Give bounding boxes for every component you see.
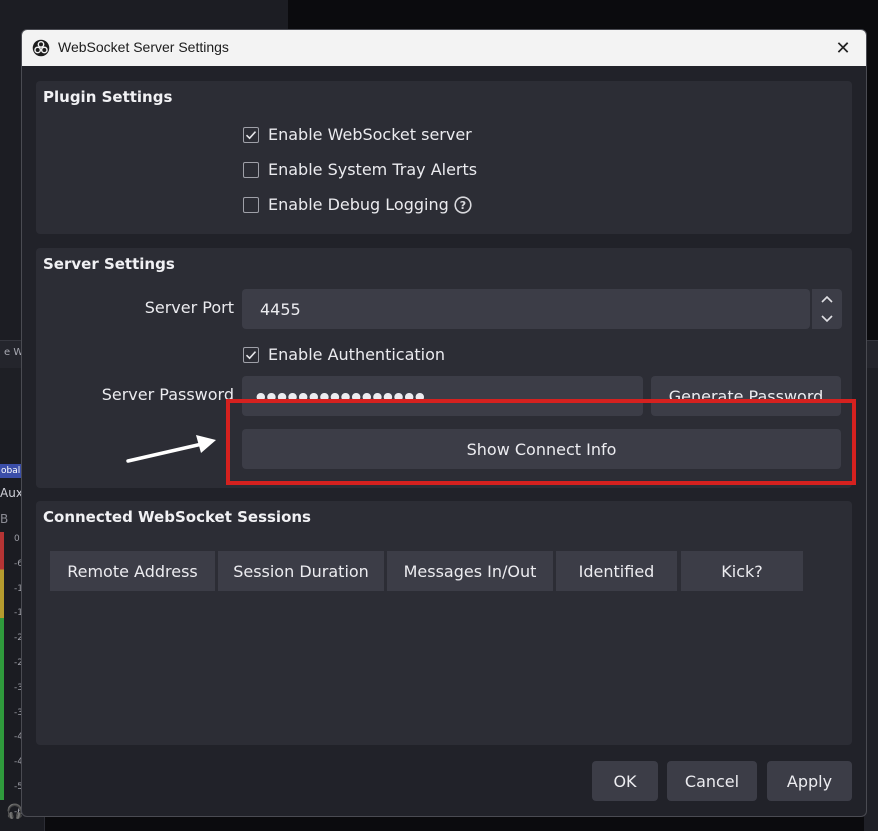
checkmark-icon xyxy=(245,130,257,139)
dialog-title: WebSocket Server Settings xyxy=(58,39,229,55)
apply-button[interactable]: Apply xyxy=(767,761,852,801)
db-label: B xyxy=(0,512,9,526)
aux-label: Aux xyxy=(0,486,23,500)
chevron-down-icon xyxy=(821,315,833,323)
checkbox-label: Enable System Tray Alerts xyxy=(268,160,478,179)
column-remote-address[interactable]: Remote Address xyxy=(50,551,215,591)
global-badge: obal xyxy=(0,464,21,478)
checkbox-label: Enable WebSocket server xyxy=(268,125,472,144)
column-messages-in-out[interactable]: Messages In/Out xyxy=(387,551,553,591)
plugin-settings-title: Plugin Settings xyxy=(43,88,173,106)
server-port-label: Server Port xyxy=(144,298,234,317)
connected-sessions-title: Connected WebSocket Sessions xyxy=(43,508,311,526)
checkbox-box[interactable] xyxy=(243,346,259,363)
port-spinner[interactable] xyxy=(811,289,842,329)
enable-tray-alerts-checkbox[interactable]: Enable System Tray Alerts xyxy=(243,160,477,179)
help-circle-icon[interactable]: ? xyxy=(454,195,472,214)
checkbox-box[interactable] xyxy=(243,126,259,143)
server-port-input[interactable]: 4455 xyxy=(242,289,810,329)
chevron-up-icon xyxy=(821,295,833,303)
checkbox-label: Enable Debug Logging xyxy=(268,195,449,214)
spin-down-button[interactable] xyxy=(812,309,842,329)
cancel-button[interactable]: Cancel xyxy=(667,761,757,801)
meter-tick-label: 0 xyxy=(14,534,20,544)
checkbox-label: Enable Authentication xyxy=(268,345,446,364)
column-identified[interactable]: Identified xyxy=(556,551,677,591)
title-bar: WebSocket Server Settings ✕ xyxy=(22,30,866,66)
spin-up-button[interactable] xyxy=(812,289,842,309)
highlight-box xyxy=(226,399,856,485)
pointer-arrow-icon xyxy=(126,435,216,463)
close-button[interactable]: ✕ xyxy=(820,30,866,66)
enable-authentication-checkbox[interactable]: Enable Authentication xyxy=(243,345,445,364)
enable-websocket-server-checkbox[interactable]: Enable WebSocket server xyxy=(243,125,472,144)
checkbox-box[interactable] xyxy=(243,196,259,213)
column-session-duration[interactable]: Session Duration xyxy=(218,551,384,591)
svg-text:?: ? xyxy=(460,199,466,212)
enable-debug-logging-checkbox[interactable]: Enable Debug Logging ? xyxy=(243,195,472,214)
server-settings-title: Server Settings xyxy=(43,255,175,273)
checkmark-icon xyxy=(245,350,257,359)
checkbox-box[interactable] xyxy=(243,161,259,178)
connected-sessions-group: Connected WebSocket Sessions xyxy=(36,501,852,745)
volume-meter xyxy=(0,532,4,800)
ok-button[interactable]: OK xyxy=(592,761,658,801)
obs-logo-icon xyxy=(32,39,50,57)
column-kick[interactable]: Kick? xyxy=(681,551,803,591)
server-password-label: Server Password xyxy=(101,385,234,404)
close-icon: ✕ xyxy=(835,37,851,59)
plugin-settings-group: Plugin Settings Enable WebSocket server … xyxy=(36,81,852,234)
